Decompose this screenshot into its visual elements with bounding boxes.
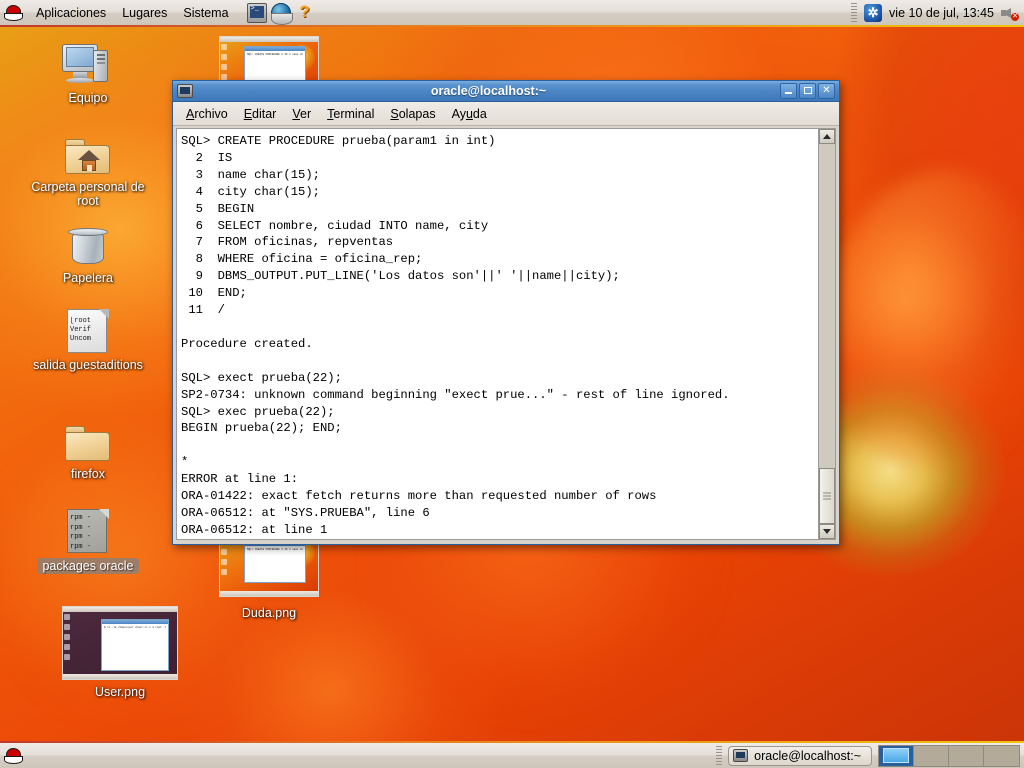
scrollbar-thumb[interactable] <box>819 468 835 524</box>
menu-lugares[interactable]: Lugares <box>114 3 175 23</box>
desktop-icon-label: Papelera <box>62 271 114 285</box>
panel-accent-stripe <box>0 741 1024 743</box>
window-controls: ✕ <box>780 83 837 99</box>
bottom-panel: oracle@localhost:~ <box>0 741 1024 768</box>
window-title: oracle@localhost:~ <box>430 84 547 98</box>
terminal-titlebar[interactable]: oracle@localhost:~ ✕ <box>173 81 839 102</box>
desktop-icon-user-png[interactable]: $ ls -la /home/user drwxr-xr-x 4 root -r… <box>55 606 185 699</box>
text-file-icon: [root Verif Uncom <box>30 303 146 355</box>
menu-label: da <box>472 106 487 121</box>
menu-ayuda[interactable]: Ayuda <box>444 104 495 124</box>
top-panel: Aplicaciones Lugares Sistema ? ✲ vie 10 … <box>0 0 1024 27</box>
desktop-icon-label: salida guestaditions <box>33 358 143 372</box>
workspace-1[interactable] <box>879 745 914 766</box>
terminal-scrollbar[interactable] <box>818 129 835 539</box>
desktop-icon-label: Duda.png <box>241 606 297 620</box>
file-preview-line: rpm - <box>70 523 92 532</box>
menu-label: er <box>300 106 312 121</box>
menu-label: rchivo <box>194 106 228 121</box>
maximize-button[interactable] <box>799 83 816 99</box>
file-preview-line: Verif <box>70 326 92 334</box>
panel-accent-stripe <box>0 25 1024 27</box>
panel-launchers: ? <box>246 2 315 25</box>
home-folder-icon <box>30 125 146 177</box>
scroll-up-button[interactable] <box>819 129 835 144</box>
terminal-body: SQL> CREATE PROCEDURE prueba(param1 in i… <box>176 128 836 540</box>
file-preview-line: rpm - <box>70 533 92 541</box>
redhat-logo-icon[interactable] <box>4 4 24 22</box>
trash-icon <box>30 216 146 268</box>
desktop-icon-label: firefox <box>70 467 106 481</box>
taskbar-button-label: oracle@localhost:~ <box>754 748 861 763</box>
bluetooth-icon[interactable]: ✲ <box>864 3 883 22</box>
close-button[interactable]: ✕ <box>818 83 835 99</box>
panel-handle[interactable] <box>851 2 858 23</box>
terminal-icon[interactable] <box>246 2 267 23</box>
menu-archivo[interactable]: Archivo <box>178 104 236 124</box>
workspace-switcher[interactable] <box>878 744 1020 767</box>
terminal-output[interactable]: SQL> CREATE PROCEDURE prueba(param1 in i… <box>177 129 818 539</box>
question-mark-icon[interactable]: ? <box>295 2 315 23</box>
clock[interactable]: vie 10 de jul, 13:45 <box>889 6 994 20</box>
show-desktop-redhat-icon[interactable] <box>4 747 24 765</box>
desktop-icon-packages-oracle[interactable]: rpm - rpm - rpm - rpm - packages oracle <box>30 503 146 574</box>
desktop-icon-salida-guestadditions[interactable]: [root Verif Uncom salida guestaditions <box>30 303 146 372</box>
desktop-icon-label: User.png <box>94 685 146 699</box>
computer-icon <box>30 36 146 88</box>
speaker-muted-icon[interactable]: ✕ <box>1001 5 1019 21</box>
minimize-button[interactable] <box>780 83 797 99</box>
menu-label: erminal <box>333 106 375 121</box>
desktop-icon-equipo[interactable]: Equipo <box>30 36 146 105</box>
terminal-menubar: Archivo Editar Ver Terminal Solapas Ayud… <box>173 102 839 126</box>
desktop-icon-label: Carpeta personal de root <box>31 180 145 208</box>
menu-solapas[interactable]: Solapas <box>382 104 443 124</box>
taskbar-oracle-terminal[interactable]: oracle@localhost:~ <box>728 745 872 766</box>
desktop-icon-firefox[interactable]: firefox <box>30 412 146 481</box>
system-tray: ✲ vie 10 de jul, 13:45 ✕ <box>851 2 1024 23</box>
menu-aplicaciones[interactable]: Aplicaciones <box>28 3 114 23</box>
menu-sistema[interactable]: Sistema <box>175 3 236 23</box>
workspace-4[interactable] <box>984 745 1019 766</box>
file-preview-line: Uncom <box>70 335 92 343</box>
menu-label: olapas <box>398 106 436 121</box>
desktop-icon-papelera[interactable]: Papelera <box>30 216 146 285</box>
text-file-icon: rpm - rpm - rpm - rpm - <box>30 503 146 555</box>
panel-handle[interactable] <box>716 745 723 766</box>
menu-editar[interactable]: Editar <box>236 104 285 124</box>
terminal-icon <box>733 749 749 762</box>
file-preview-line: rpm - <box>70 542 92 551</box>
scrollbar-track[interactable] <box>819 144 835 524</box>
file-preview-line: rpm - <box>70 514 92 522</box>
menu-terminal[interactable]: Terminal <box>319 104 382 124</box>
image-thumbnail: $ ls -la /home/user drwxr-xr-x 4 root -r… <box>55 606 185 682</box>
folder-icon <box>30 412 146 464</box>
workspace-3[interactable] <box>949 745 984 766</box>
terminal-icon <box>177 84 193 98</box>
wallpaper-petal <box>820 170 1024 470</box>
scroll-down-button[interactable] <box>819 524 835 539</box>
workspace-2[interactable] <box>914 745 949 766</box>
file-preview-line: [root <box>70 317 92 325</box>
desktop-icon-carpeta-personal-root[interactable]: Carpeta personal de root <box>30 125 146 208</box>
menu-label: ditar <box>252 106 277 121</box>
desktop-icon-label: packages oracle <box>37 558 139 574</box>
desktop-icon-label: Equipo <box>68 91 108 105</box>
menu-ver[interactable]: Ver <box>284 104 319 124</box>
terminal-window[interactable]: oracle@localhost:~ ✕ Archivo Editar Ver … <box>172 80 840 545</box>
globe-icon[interactable] <box>270 2 293 25</box>
